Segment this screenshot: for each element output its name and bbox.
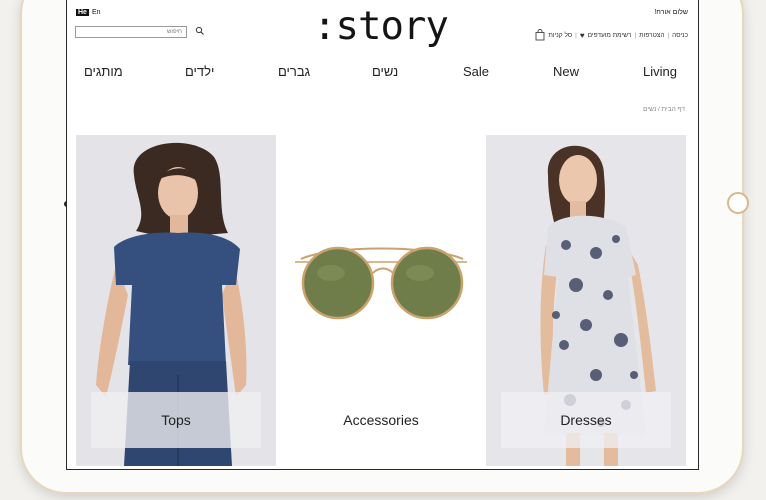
- category-tile-tops[interactable]: Tops: [76, 135, 276, 466]
- nav-item-new[interactable]: New: [553, 64, 579, 79]
- home-button[interactable]: [727, 192, 749, 214]
- tile-label-accessories[interactable]: Accessories: [296, 392, 466, 448]
- browser-screen: He En :story שלום אורח! כניסה | הצטרפות …: [66, 0, 699, 470]
- nav-item-brands[interactable]: מותגים: [84, 64, 123, 79]
- nav-item-kids[interactable]: ילדים: [185, 64, 214, 79]
- site-logo[interactable]: :story: [313, 4, 449, 50]
- cart-link[interactable]: סל קניות: [548, 32, 572, 39]
- search-icon[interactable]: [195, 26, 205, 36]
- category-tile-dresses[interactable]: Dresses: [486, 135, 686, 466]
- tile-label-tops[interactable]: Tops: [91, 392, 261, 448]
- tile-label-dresses[interactable]: Dresses: [501, 392, 671, 448]
- nav-item-living[interactable]: Living: [643, 64, 677, 79]
- nav-item-sale[interactable]: Sale: [463, 64, 489, 79]
- divider: |: [575, 31, 577, 39]
- register-link[interactable]: הצטרפות: [639, 32, 664, 39]
- main-navigation: מותגים ילדים גברים נשים Sale New Living: [67, 64, 698, 88]
- category-tile-accessories[interactable]: Accessories: [281, 135, 481, 466]
- divider: |: [667, 31, 670, 39]
- shopping-bag-icon[interactable]: [535, 29, 545, 41]
- nav-item-men[interactable]: גברים: [278, 64, 310, 79]
- account-links: כניסה | הצטרפות | רשימת מועדפים ♥ | סל ק…: [535, 29, 688, 41]
- heart-icon: ♥: [579, 30, 585, 40]
- login-link[interactable]: כניסה: [672, 32, 688, 39]
- nav-item-women[interactable]: נשים: [372, 64, 398, 79]
- language-switcher: He En: [76, 9, 102, 16]
- divider: |: [634, 31, 637, 39]
- greeting-text: שלום אורח!: [654, 9, 688, 16]
- lang-he-button[interactable]: He: [76, 9, 89, 16]
- lang-en-button[interactable]: En: [91, 9, 102, 16]
- wishlist-link[interactable]: רשימת מועדפים: [588, 32, 632, 39]
- search-input[interactable]: [75, 26, 187, 38]
- breadcrumb[interactable]: דף הבית / נשים: [643, 106, 685, 113]
